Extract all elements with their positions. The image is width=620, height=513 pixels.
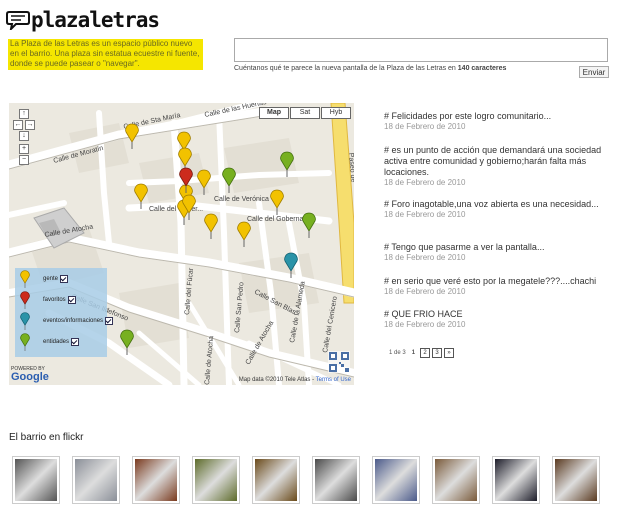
post-text: # Felicidades por este logro comunitario… [384, 111, 552, 121]
intro-text: La Plaza de las Letras es un espacio púb… [8, 39, 203, 70]
pan-left-icon[interactable]: ← [13, 120, 23, 130]
pan-right-glyph: → [26, 121, 34, 128]
flickr-photo [135, 459, 177, 501]
post-item[interactable]: # Felicidades por este logro comunitario… [384, 111, 604, 132]
legend-item-eventos[interactable]: eventos/informaciones [19, 312, 114, 330]
send-button[interactable]: Enviar [579, 66, 609, 78]
red-pin-icon [20, 291, 30, 309]
flickr-photo [495, 459, 537, 501]
flickr-thumbnail[interactable] [492, 456, 540, 504]
post-item[interactable]: # QUE FRIO HACE 18 de Febrero de 2010 [384, 309, 604, 330]
legend-checkbox[interactable] [67, 296, 76, 304]
flickr-photo [75, 459, 117, 501]
pan-left-glyph: ← [14, 121, 22, 128]
post-date: 18 de Febrero de 2010 [384, 287, 466, 296]
flickr-thumbnail[interactable] [12, 456, 60, 504]
page-link[interactable]: 2 [420, 348, 431, 358]
pan-down-glyph: ↓ [22, 132, 26, 139]
map-type-sat[interactable]: Sat [290, 107, 320, 119]
page-link[interactable]: 3 [432, 348, 443, 358]
zoom-in-icon[interactable]: + [19, 144, 29, 154]
legend-label: gente [43, 276, 59, 282]
legend-label: eventos/informaciones [43, 318, 104, 324]
message-hint: Cuéntanos qué te parece la nueva pantall… [234, 65, 506, 72]
legend-item-gente[interactable]: gente [19, 270, 69, 288]
legend-checkbox[interactable] [105, 317, 114, 325]
legend-checkbox[interactable] [60, 275, 69, 283]
flickr-thumbnail[interactable] [72, 456, 120, 504]
zoom-in-glyph: + [21, 145, 27, 152]
flickr-photo [375, 459, 417, 501]
map[interactable]: Calle de las Huertas Calle de Sta María … [9, 103, 354, 385]
post-item[interactable]: # en serio que veré esto por la megatele… [384, 276, 604, 297]
green-pin-icon [20, 333, 30, 351]
blue-pin-icon [20, 312, 30, 330]
zoom-out-icon[interactable]: − [19, 155, 29, 165]
pan-up-icon[interactable]: ↑ [19, 109, 29, 119]
post-date: 18 de Febrero de 2010 [384, 210, 466, 219]
post-date: 18 de Febrero de 2010 [384, 253, 466, 262]
post-date: 18 de Febrero de 2010 [384, 320, 466, 329]
flickr-thumbnail[interactable] [132, 456, 180, 504]
post-item[interactable]: # Tengo que pasarme a ver la pantalla...… [384, 242, 604, 263]
post-item[interactable]: # es un punto de acción que demandará un… [384, 145, 604, 188]
post-text: # QUE FRIO HACE [384, 309, 463, 319]
pan-right-icon[interactable]: → [25, 120, 35, 130]
hint-count: 140 caracteres [457, 65, 507, 72]
pagination: 1 de 3 1 2 3 » [389, 348, 455, 358]
map-data-text: Map data ©2010 Tele Atlas - [238, 377, 315, 383]
post-date: 18 de Febrero de 2010 [384, 178, 466, 187]
terms-of-use-link[interactable]: Terms of Use [316, 377, 351, 383]
yellow-pin-icon [20, 270, 30, 288]
google-logo[interactable]: POWERED BY Google [11, 366, 49, 383]
legend-label: entidades [43, 339, 70, 345]
flickr-thumbnail[interactable] [312, 456, 360, 504]
map-type-selector: Map Sat Hyb [258, 107, 351, 119]
legend-item-favoritos[interactable]: favoritos [19, 291, 76, 309]
map-type-map[interactable]: Map [259, 107, 289, 119]
message-input[interactable] [234, 38, 608, 62]
zoom-out-glyph: − [21, 156, 27, 163]
current-page: 1 [411, 350, 416, 356]
map-type-hyb[interactable]: Hyb [321, 107, 351, 119]
page-count: 1 de 3 [389, 350, 406, 356]
next-page-link[interactable]: » [444, 348, 455, 358]
post-item[interactable]: # Foro inagotable,una voz abierta es una… [384, 199, 604, 220]
flickr-photo [15, 459, 57, 501]
post-date: 18 de Febrero de 2010 [384, 122, 466, 131]
flickr-photo [195, 459, 237, 501]
post-text: # Tengo que pasarme a ver la pantalla... [384, 242, 545, 252]
flickr-thumbnail[interactable] [432, 456, 480, 504]
legend-checkbox[interactable] [71, 338, 80, 346]
logo-text: plazaletras [31, 8, 160, 32]
legend-item-entidades[interactable]: entidades [19, 333, 80, 351]
flickr-photo [435, 459, 477, 501]
speech-bubble-icon [6, 10, 30, 33]
flickr-thumbnail[interactable] [192, 456, 240, 504]
flickr-photo [555, 459, 597, 501]
pan-up-glyph: ↑ [22, 110, 26, 117]
post-text: # Foro inagotable,una voz abierta es una… [384, 199, 599, 209]
flickr-photo [315, 459, 357, 501]
flickr-thumbnail[interactable] [552, 456, 600, 504]
map-attribution: Map data ©2010 Tele Atlas - Terms of Use [239, 377, 351, 383]
map-legend: gente favoritos eventos/informaciones en… [15, 268, 114, 357]
pan-down-icon[interactable]: ↓ [19, 131, 29, 141]
flickr-section-title: El barrio en flickr [9, 432, 84, 443]
hint-prefix: Cuéntanos qué te parece la nueva pantall… [234, 65, 456, 72]
google-text: Google [11, 371, 49, 383]
qr-code-icon [328, 351, 350, 373]
legend-label: favoritos [43, 297, 66, 303]
post-text: # es un punto de acción que demandará un… [384, 145, 602, 177]
post-text: # en serio que veré esto por la megatele… [384, 276, 597, 286]
flickr-thumbnail[interactable] [252, 456, 300, 504]
flickr-thumbnail[interactable] [372, 456, 420, 504]
flickr-photo [255, 459, 297, 501]
logo[interactable]: plazaletras [6, 8, 160, 33]
